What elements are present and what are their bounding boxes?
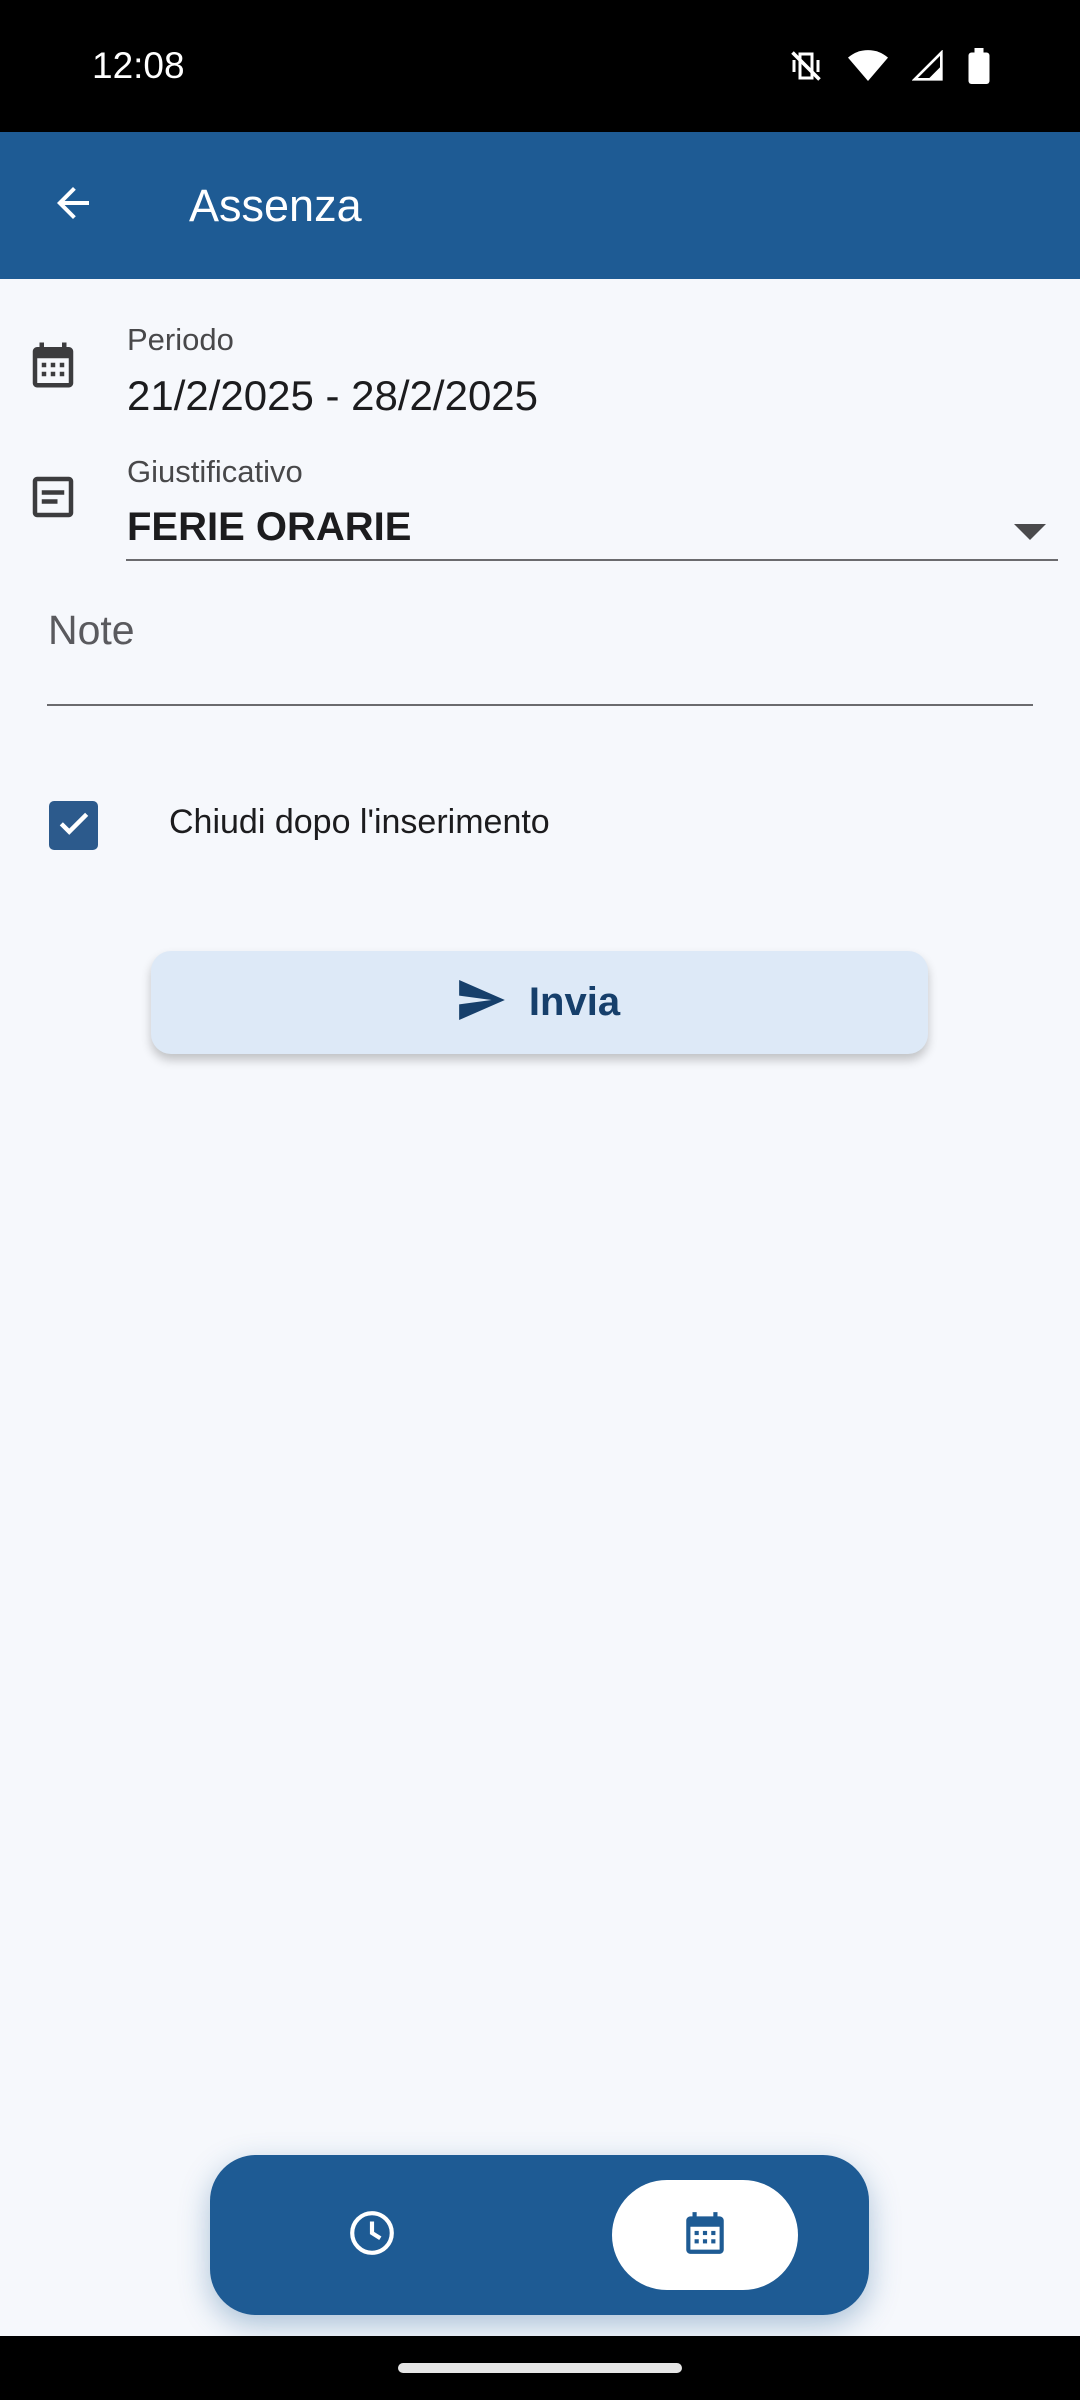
close-after-label[interactable]: Chiudi dopo l'inserimento: [169, 803, 550, 842]
nav-item-calendar[interactable]: [612, 2180, 798, 2290]
send-icon: [459, 980, 505, 1025]
bottom-nav: [210, 2155, 869, 2315]
wifi-icon: [848, 49, 888, 83]
back-button[interactable]: [40, 172, 106, 238]
page-title: Assenza: [189, 180, 362, 231]
notes-icon: [26, 470, 80, 524]
dropdown-arrow-icon[interactable]: [1010, 520, 1050, 544]
send-button[interactable]: Invia: [151, 951, 928, 1054]
status-bar: 12:08: [0, 0, 1080, 132]
system-nav-bar: [0, 2336, 1080, 2400]
app-bar: Assenza: [0, 132, 1080, 279]
justification-dropdown[interactable]: FERIE ORARIE: [127, 505, 411, 550]
calendar-icon: [26, 338, 80, 392]
status-time: 12:08: [92, 45, 185, 86]
status-icons: [788, 46, 990, 86]
clock-icon: [347, 2208, 397, 2263]
note-field[interactable]: Note: [48, 607, 135, 654]
home-handle[interactable]: [398, 2363, 682, 2373]
period-label: Periodo: [127, 322, 234, 357]
signal-icon: [912, 50, 944, 82]
period-field[interactable]: 21/2/2025 - 28/2/2025: [127, 372, 538, 420]
close-after-checkbox[interactable]: [49, 801, 98, 850]
check-icon: [55, 804, 93, 847]
battery-icon: [968, 48, 990, 84]
calendar-icon: [680, 2208, 730, 2263]
justification-label: Giustificativo: [127, 454, 303, 489]
send-button-label: Invia: [528, 980, 621, 1024]
nav-item-history[interactable]: [340, 2203, 404, 2267]
note-underline: [47, 704, 1033, 706]
vibrate-off-icon: [788, 48, 824, 84]
dropdown-underline: [126, 559, 1058, 561]
arrow-back-icon: [49, 179, 97, 232]
